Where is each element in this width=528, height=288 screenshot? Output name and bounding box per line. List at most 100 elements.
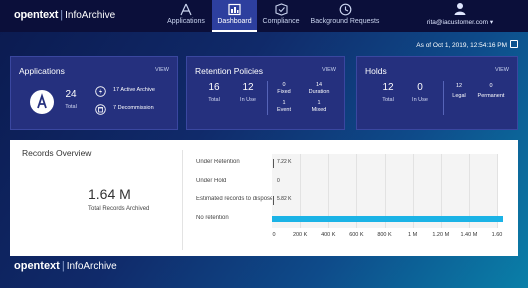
footer-app-name: InfoArchive xyxy=(66,261,117,272)
retention-fixed-value: 0 xyxy=(282,82,286,88)
holds-permanent: 0 Permanent xyxy=(473,83,509,100)
retention-view-link[interactable]: VIEW xyxy=(322,67,336,73)
total-records-label: Total Records Archived xyxy=(88,206,150,212)
active-archive-value: 17 xyxy=(113,87,120,93)
retention-event-value: 1 xyxy=(282,100,286,106)
chart-bar[interactable] xyxy=(273,158,274,168)
x-tick-label: 1.20 M xyxy=(432,232,450,238)
retention-inuse-value: 12 xyxy=(242,82,254,93)
footer-brand: opentext | InfoArchive xyxy=(14,260,117,272)
retention-total-label: Total xyxy=(208,97,220,103)
holds-inuse-value: 0 xyxy=(417,82,423,93)
nav-compliance-label: Compliance xyxy=(262,18,300,25)
category-label: Estimated records to dispose xyxy=(196,196,272,203)
brand: opentext | InfoArchive xyxy=(14,9,115,21)
nav-dashboard[interactable]: Dashboard xyxy=(212,0,257,32)
x-tick-label: 400 K xyxy=(321,232,336,238)
holds-card: Holds VIEW 12 Total 0 In Use 12 Legal 0 … xyxy=(356,56,518,130)
bar-value-label: 7.22 K xyxy=(277,159,292,166)
retention-mixed-label: Mixed xyxy=(311,107,327,113)
user-email: rita@iacustomer.com xyxy=(426,19,489,26)
footer-opentext-logo: opentext xyxy=(14,260,60,272)
applications-title: Applications xyxy=(19,66,65,76)
holds-title: Holds xyxy=(365,66,387,76)
retention-fixed-label: Fixed xyxy=(277,89,291,95)
opentext-logo: opentext xyxy=(14,9,59,21)
nav-applications[interactable]: Applications xyxy=(164,0,208,32)
active-archive-icon xyxy=(95,86,106,97)
category-label: Under Retention xyxy=(196,159,240,166)
calendar-icon[interactable] xyxy=(510,40,518,48)
as-of-text: As of Oct 1, 2019, 12:54:16 PM xyxy=(416,42,507,49)
holds-divider xyxy=(443,81,444,115)
bar-value-label: 5.82 K xyxy=(277,196,292,203)
retention-total-value: 16 xyxy=(208,82,220,93)
holds-legal-value: 12 xyxy=(455,83,463,89)
retention-mixed-value: 1 xyxy=(317,100,321,106)
applications-total-label: Total xyxy=(65,104,77,110)
x-tick-label: 600 K xyxy=(349,232,364,238)
chevron-down-icon: ▾ xyxy=(489,19,494,26)
applications-view-link[interactable]: VIEW xyxy=(155,67,169,73)
retention-divider xyxy=(267,81,268,115)
applications-total-value: 24 xyxy=(65,89,77,100)
decommission-stat: 7 Decommission xyxy=(113,105,154,112)
total-records-value: 1.64 M xyxy=(88,186,131,202)
decommission-icon xyxy=(95,104,106,115)
user-icon xyxy=(454,3,466,15)
as-of-date: As of Oct 1, 2019, 12:54:16 PM xyxy=(416,40,518,49)
holds-total-label: Total xyxy=(382,97,394,103)
records-overview-panel: Records Overview 1.64 M Total Records Ar… xyxy=(10,140,518,256)
nav-applications-label: Applications xyxy=(167,18,205,25)
dashboard-icon xyxy=(228,3,241,16)
app-name: InfoArchive xyxy=(65,10,116,21)
decommission-value: 7 xyxy=(113,105,117,111)
retention-total: 16 Total xyxy=(203,82,225,103)
applications-total: 24 Total xyxy=(61,89,81,110)
retention-duration-value: 14 xyxy=(315,82,323,88)
nav-background-requests[interactable]: Background Requests xyxy=(308,0,382,32)
clock-icon xyxy=(339,3,351,16)
chart-bar[interactable] xyxy=(272,215,503,222)
x-tick-label: 1.60 xyxy=(491,232,503,238)
user-menu[interactable]: rita@iacustomer.com ▾ xyxy=(420,2,500,26)
category-label: No retention xyxy=(196,214,229,221)
holds-total-value: 12 xyxy=(382,82,394,93)
overview-divider xyxy=(182,150,183,250)
active-archive-label: Active Archive xyxy=(120,87,155,93)
holds-inuse-label: In Use xyxy=(412,97,428,103)
nav-dashboard-label: Dashboard xyxy=(217,18,252,25)
retention-mixed: 1 Mixed xyxy=(305,100,333,114)
top-bar: opentext | InfoArchive Applications Dashbo… xyxy=(0,0,528,32)
brand-separator: | xyxy=(60,9,64,21)
applications-icon xyxy=(30,90,54,114)
decommission-label: Decommission xyxy=(117,105,154,111)
footer-separator: | xyxy=(61,260,65,272)
applications-icon xyxy=(180,3,192,16)
x-tick-label: 1.40 M xyxy=(460,232,478,238)
retention-policies-card: Retention Policies VIEW 16 Total 12 In U… xyxy=(186,56,345,130)
retention-fixed: 0 Fixed xyxy=(273,82,295,96)
retention-title: Retention Policies xyxy=(195,66,264,76)
nav-compliance[interactable]: Compliance xyxy=(260,0,302,32)
retention-inuse: 12 In Use xyxy=(235,82,261,103)
active-archive-stat: 17 Active Archive xyxy=(113,87,155,94)
nav-background-requests-label: Background Requests xyxy=(310,18,380,25)
records-overview-title: Records Overview xyxy=(22,148,92,158)
retention-inuse-label: In Use xyxy=(240,97,256,103)
holds-permanent-label: Permanent xyxy=(477,93,505,99)
bar-value-label: 0 xyxy=(277,177,280,184)
x-tick-label: 0 xyxy=(272,232,276,238)
category-label: Under Hold xyxy=(196,177,227,184)
chart-bar[interactable] xyxy=(273,195,274,205)
compliance-icon xyxy=(274,3,288,16)
x-tick-label: 200 K xyxy=(292,232,308,238)
holds-legal-label: Legal xyxy=(452,93,466,99)
holds-view-link[interactable]: VIEW xyxy=(495,67,509,73)
holds-permanent-value: 0 xyxy=(489,83,493,89)
x-tick-label: 800 K xyxy=(377,232,392,238)
holds-inuse: 0 In Use xyxy=(407,82,433,103)
holds-total: 12 Total xyxy=(377,82,399,103)
retention-event-label: Event xyxy=(276,107,292,113)
holds-legal: 12 Legal xyxy=(449,83,469,100)
